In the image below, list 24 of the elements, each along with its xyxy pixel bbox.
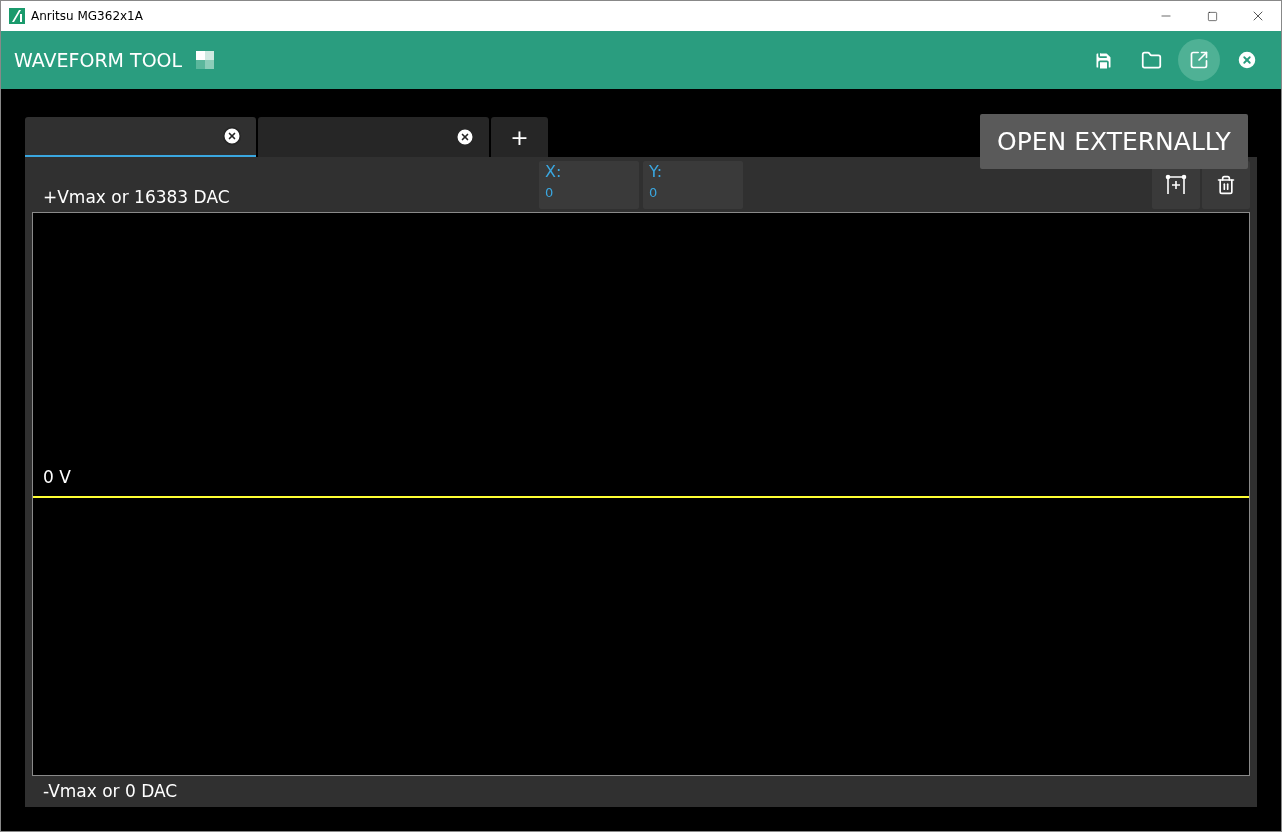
y-label: Y: — [649, 161, 664, 183]
close-icon — [1236, 49, 1258, 71]
x-value: 0 — [545, 184, 555, 202]
open-externally-button[interactable] — [1178, 39, 1220, 81]
zero-label: 0 V — [43, 465, 71, 489]
close-tab-icon[interactable] — [222, 126, 242, 146]
top-label: +Vmax or 16383 DAC — [43, 185, 230, 209]
folder-icon — [1140, 49, 1162, 71]
add-tab-button[interactable]: + — [491, 117, 548, 157]
x-label: X: — [545, 161, 563, 183]
window-title: Anritsu MG362x1A — [31, 8, 143, 25]
close-tab-icon[interactable] — [455, 127, 475, 147]
tooltip: OPEN EXTERNALLY — [980, 114, 1248, 169]
y-value: 0 — [649, 184, 659, 202]
header-title: WAVEFORM TOOL — [14, 47, 183, 73]
app-logo-icon — [9, 8, 25, 24]
waveform-plot[interactable]: 0 V — [32, 212, 1250, 776]
trash-icon — [1216, 175, 1236, 195]
maximize-icon — [1206, 10, 1218, 22]
tab[interactable] — [25, 117, 256, 157]
external-link-icon — [1189, 50, 1209, 70]
add-marker-icon — [1165, 174, 1187, 196]
squares-icon — [196, 51, 215, 69]
bottom-label: -Vmax or 0 DAC — [43, 779, 178, 803]
